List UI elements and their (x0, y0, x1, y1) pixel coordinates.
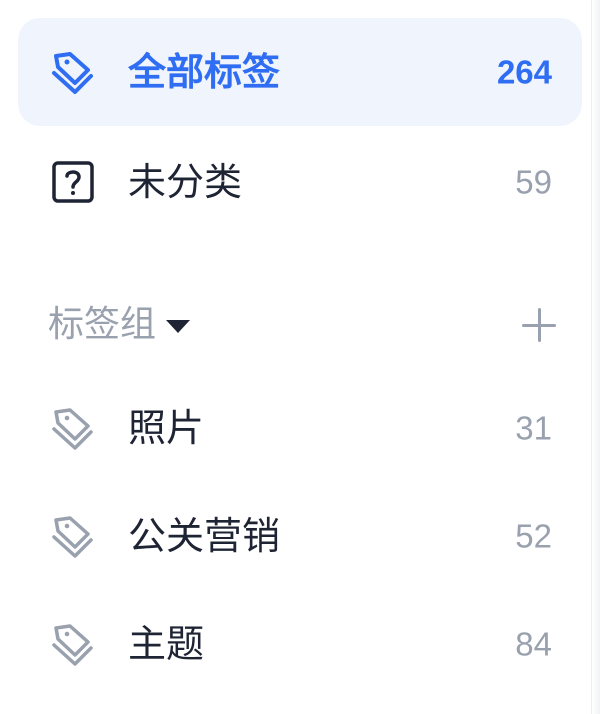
add-tag-group-button[interactable] (522, 308, 556, 342)
tag-group-item-label: 公关营销 (128, 514, 281, 558)
tag-group-item[interactable]: 公关营销 52 (18, 482, 582, 590)
uncategorized-label: 未分类 (128, 160, 243, 204)
tag-group-item-count: 52 (515, 517, 552, 555)
tag-group-title: 标签组 (48, 304, 157, 345)
tag-group-header: 标签组 (18, 292, 582, 358)
tag-stack-icon (50, 513, 96, 559)
tag-group-item-count: 84 (515, 625, 552, 663)
tag-group-item[interactable]: 照片 31 (18, 374, 582, 482)
panel-edge (591, 0, 600, 714)
tag-stack-icon (50, 49, 96, 95)
tag-group-item-label: 照片 (128, 406, 205, 450)
tag-group-item-count: 31 (515, 409, 552, 447)
tag-sidebar: 全部标签 264 未分类 59 标签组 照片 31 公关营销 52 主题 84 (0, 0, 600, 714)
tag-group-item-label: 主题 (128, 622, 205, 666)
tag-group-item[interactable]: 主题 84 (18, 590, 582, 698)
all-tags-label: 全部标签 (128, 50, 281, 94)
uncategorized-count: 59 (515, 163, 552, 201)
all-tags-item[interactable]: 全部标签 264 (18, 18, 582, 126)
question-box-icon (50, 159, 96, 205)
tag-group-toggle[interactable]: 标签组 (48, 304, 191, 345)
tag-stack-icon (50, 621, 96, 667)
uncategorized-item[interactable]: 未分类 59 (18, 128, 582, 236)
tag-stack-icon (50, 405, 96, 451)
caret-down-icon (166, 319, 191, 333)
all-tags-count: 264 (496, 53, 552, 91)
